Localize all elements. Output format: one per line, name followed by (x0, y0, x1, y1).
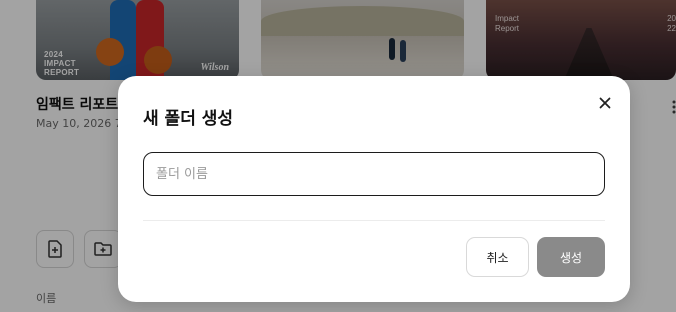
cancel-button[interactable]: 취소 (466, 237, 529, 277)
create-button[interactable]: 생성 (537, 237, 605, 277)
create-folder-dialog: 새 폴더 생성 취소 생성 (118, 76, 630, 302)
close-button[interactable] (594, 92, 616, 114)
divider (143, 220, 605, 221)
close-icon (599, 97, 611, 109)
dialog-title: 새 폴더 생성 (143, 109, 234, 129)
folder-name-input[interactable] (143, 152, 605, 196)
